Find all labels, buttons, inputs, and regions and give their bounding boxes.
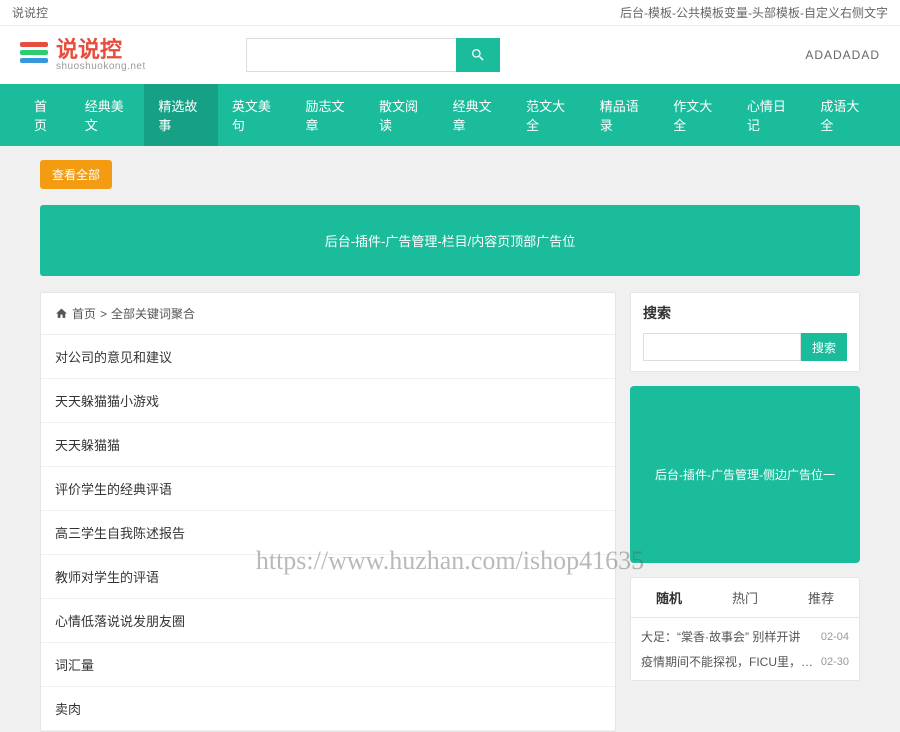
sidebar-tab[interactable]: 随机 [631,578,707,617]
header-search [246,38,500,72]
sidebar-ad[interactable]: 后台-插件-广告管理-侧边广告位一 [630,386,860,563]
sidebar-search-input[interactable] [643,333,801,361]
logo-subtitle: shuoshuokong.net [56,61,146,72]
breadcrumb-sep: > [100,307,107,321]
sidebar-tab[interactable]: 推荐 [783,578,859,617]
breadcrumb-current: 全部关键词聚合 [111,305,195,322]
sidebar-search-title: 搜索 [643,303,847,323]
news-item[interactable]: 大足：“棠香·故事会” 别样开讲 02-04 [641,624,849,649]
sidebar-tab[interactable]: 热门 [707,578,783,617]
home-icon [55,307,68,320]
list-item[interactable]: 心情低落说说发朋友圈 [41,599,615,643]
news-title: 疫情期间不能探视，FICU里，衢州这名护 [641,653,815,670]
list-item[interactable]: 词汇量 [41,643,615,687]
nav-item[interactable]: 励志文章 [291,84,365,146]
content-list: 首页 > 全部关键词聚合 对公司的意见和建议天天躲猫猫小游戏天天躲猫猫评价学生的… [40,292,616,732]
topbar-right: 后台-模板-公共模板变量-头部模板-自定义右侧文字 [620,4,888,21]
main-nav: 首页经典美文精选故事英文美句励志文章散文阅读经典文章范文大全精品语录作文大全心情… [0,84,900,146]
nav-item[interactable]: 经典文章 [439,84,513,146]
logo-icon [20,42,48,68]
list-item[interactable]: 教师对学生的评语 [41,555,615,599]
list-item[interactable]: 评价学生的经典评语 [41,467,615,511]
sidebar-search-button[interactable]: 搜索 [801,333,847,361]
search-icon [470,47,486,63]
list-item[interactable]: 高三学生自我陈述报告 [41,511,615,555]
search-button[interactable] [456,38,500,72]
nav-item[interactable]: 作文大全 [659,84,733,146]
nav-item[interactable]: 范文大全 [512,84,586,146]
list-item[interactable]: 对公司的意见和建议 [41,335,615,379]
nav-item[interactable]: 成语大全 [806,84,880,146]
news-item[interactable]: 疫情期间不能探视，FICU里，衢州这名护 02-30 [641,649,849,674]
list-item[interactable]: 卖肉 [41,687,615,731]
nav-item[interactable]: 散文阅读 [365,84,439,146]
search-input[interactable] [246,38,456,72]
sidebar-tabs-widget: 随机热门推荐 大足：“棠香·故事会” 别样开讲 02-04 疫情期间不能探视，FIC… [630,577,860,681]
breadcrumb-home[interactable]: 首页 [72,305,96,322]
topbar-left: 说说控 [12,4,48,21]
header-ad-text: ADADADAD [805,48,880,62]
breadcrumb: 首页 > 全部关键词聚合 [41,293,615,335]
list-item[interactable]: 天天躲猫猫 [41,423,615,467]
news-date: 02-30 [821,656,849,668]
sidebar-search-widget: 搜索 搜索 [630,292,860,372]
nav-item[interactable]: 精选故事 [144,84,218,146]
logo-name: 说说控 [56,39,146,61]
banner-ad[interactable]: 后台-插件-广告管理-栏目/内容页顶部广告位 [40,205,860,276]
list-item[interactable]: 天天躲猫猫小游戏 [41,379,615,423]
site-logo[interactable]: 说说控 shuoshuokong.net [20,39,146,72]
nav-item[interactable]: 精品语录 [586,84,660,146]
nav-item[interactable]: 经典美文 [71,84,145,146]
news-date: 02-04 [821,631,849,643]
nav-item[interactable]: 英文美句 [218,84,292,146]
nav-item[interactable]: 心情日记 [733,84,807,146]
nav-item[interactable]: 首页 [20,84,71,146]
news-title: 大足：“棠香·故事会” 别样开讲 [641,628,815,645]
view-all-button[interactable]: 查看全部 [40,160,112,189]
